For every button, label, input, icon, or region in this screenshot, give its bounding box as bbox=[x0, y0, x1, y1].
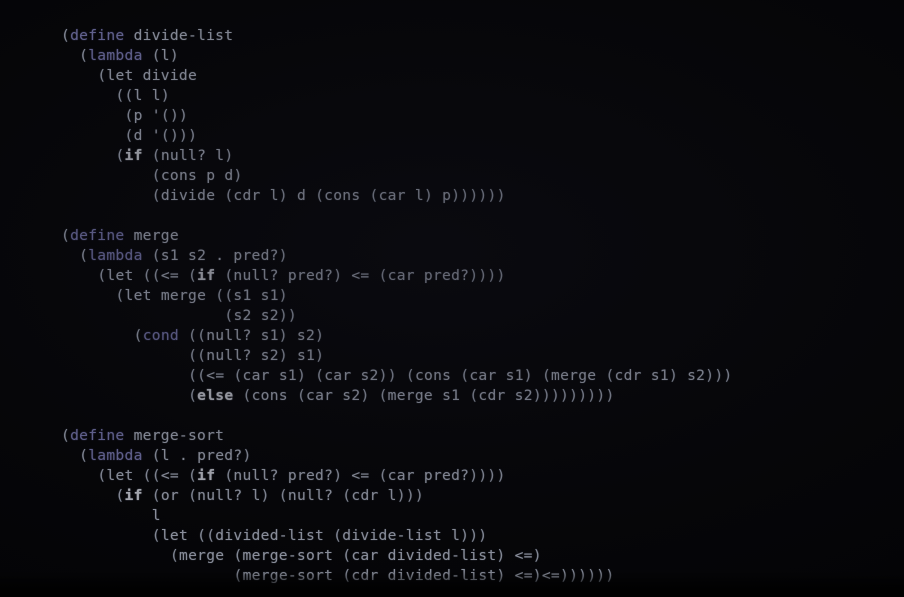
code-line: (let merge ((s1 s1) bbox=[115, 286, 288, 304]
code-line: ((null? s2) s1) bbox=[188, 346, 325, 364]
code-line: (cond ((null? s1) s2) bbox=[133, 326, 325, 344]
code-line: (let ((<= (if (null? pred?) <= (car pred… bbox=[97, 466, 506, 484]
code-line: (lambda (l . pred?) bbox=[79, 446, 252, 464]
code-line: (define divide-list bbox=[61, 26, 234, 44]
code-line: (define merge-sort bbox=[61, 426, 225, 444]
code-line: (d '())) bbox=[124, 126, 198, 144]
code-line: (if (null? l) bbox=[115, 146, 234, 164]
code-line: (merge (merge-sort (car divided-list) <=… bbox=[169, 546, 542, 564]
code-line: ((<= (car s1) (car s2)) (cons (car s1) (… bbox=[188, 366, 733, 384]
code-line: (lambda (l) bbox=[79, 46, 179, 64]
code-line: (define merge bbox=[61, 226, 179, 244]
source-code-block: (define divide-list (lambda (l) (let div… bbox=[61, 26, 732, 586]
code-line: ((l l) bbox=[115, 86, 170, 104]
code-line: (lambda (s1 s2 . pred?) bbox=[79, 246, 288, 264]
code-screen: (define divide-list (lambda (l) (let div… bbox=[0, 0, 904, 597]
code-line: l bbox=[151, 506, 161, 524]
code-line: (p '()) bbox=[124, 106, 189, 124]
code-line: (else (cons (car s2) (merge s1 (cdr s2))… bbox=[188, 386, 615, 404]
code-line: (divide (cdr l) d (cons (car l) p)))))) bbox=[151, 186, 506, 204]
code-line: (s2 s2)) bbox=[224, 306, 297, 324]
code-line: (let ((<= (if (null? pred?) <= (car pred… bbox=[97, 266, 506, 284]
code-line: (cons p d) bbox=[151, 166, 243, 184]
code-line: (if (or (null? l) (null? (cdr l))) bbox=[115, 486, 424, 504]
code-line: (merge-sort (cdr divided-list) <=)<=))))… bbox=[233, 566, 615, 584]
code-line: (let divide bbox=[97, 66, 198, 84]
code-line: (let ((divided-list (divide-list l))) bbox=[151, 526, 488, 544]
